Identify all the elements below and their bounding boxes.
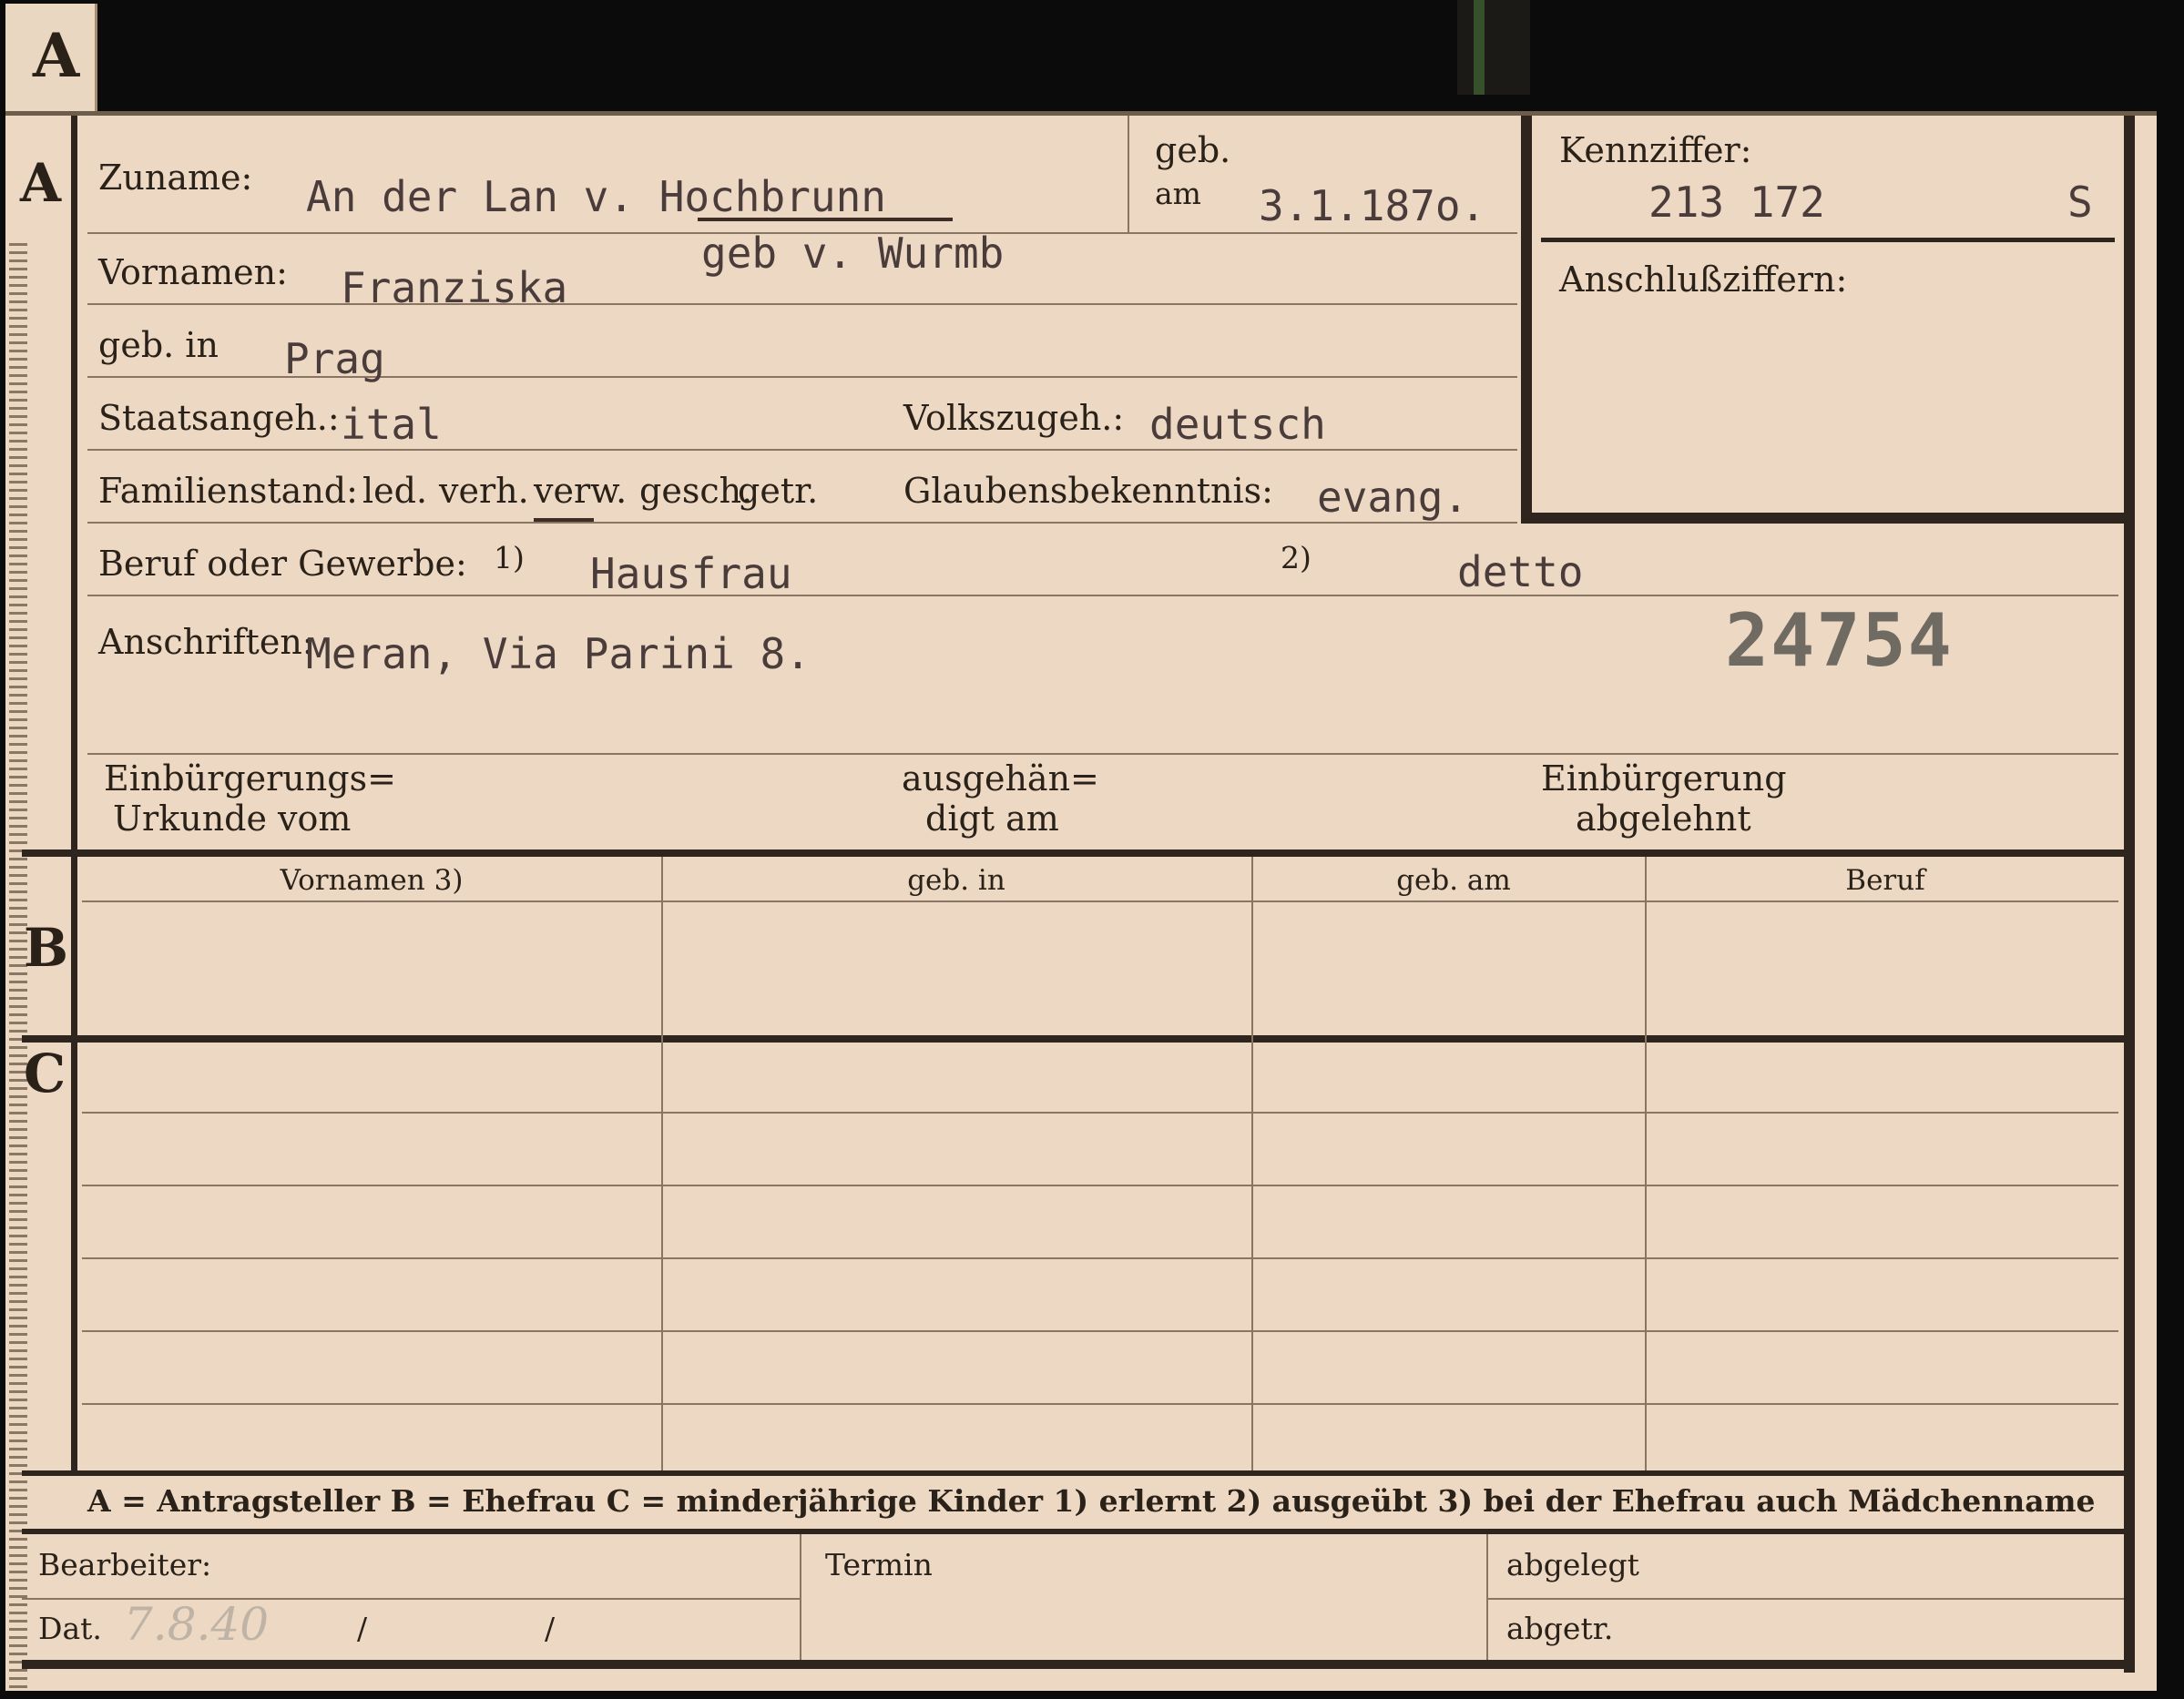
section-b-c-divider (22, 1035, 2135, 1043)
vornamen-value: Franziska (341, 263, 568, 312)
section-a-b-divider (22, 850, 2135, 857)
section-a-letter: A (20, 152, 62, 214)
index-tab: A (5, 4, 97, 111)
col-divider-3 (1645, 857, 1647, 1470)
legend-bottom-bar (22, 1529, 2135, 1534)
glauben-value: evang. (1317, 473, 1469, 522)
kennziffer-suffix: S (2067, 178, 2093, 227)
geb-in-value: Prag (284, 334, 385, 383)
anschriften-value: Meran, Via Parini 8. (306, 629, 811, 678)
zuname-label: Zuname: (98, 158, 253, 198)
volkszugeh-value: deutsch (1149, 400, 1326, 449)
kennziffer-box-bottom (1521, 513, 2124, 524)
left-section-bar (71, 116, 77, 1472)
geb-am-label-2: am (1155, 176, 1201, 211)
col-divider-2 (1251, 857, 1253, 1470)
col-divider-1 (661, 857, 663, 1470)
abgetr-label: abgetr. (1506, 1611, 1614, 1646)
familienstand-option-led: led. (362, 471, 428, 511)
geb-am-label-1: geb. (1155, 130, 1231, 170)
c-row-line-2 (82, 1185, 2118, 1186)
einb-abgelehnt-label-1: Einbürgerung (1541, 758, 1787, 799)
einb-urkunde-label-1: Einbürgerungs= (104, 758, 396, 799)
familienstand-label: Familienstand: (98, 471, 358, 511)
registration-card: A B C Zuname: An der Lan v. Hochbrunn ge… (5, 111, 2157, 1691)
dark-background (0, 0, 2184, 111)
card-bottom-bar (22, 1660, 2135, 1669)
vornamen-label: Vornamen: (98, 252, 288, 292)
anschluss-label: Anschlußziffern: (1559, 259, 1848, 300)
staatsangeh-value: ital (341, 400, 442, 449)
ausgehaendigt-label-2: digt am (925, 799, 1059, 839)
col-header-geb-am: geb. am (1396, 864, 1511, 897)
ausgehaendigt-label-1: ausgehän= (902, 758, 1099, 799)
sticker-strip (1457, 0, 1530, 95)
dat-slash-2: / (545, 1611, 556, 1646)
kennziffer-value: 213 172 (1648, 178, 1825, 227)
dat-label: Dat. (38, 1611, 102, 1646)
beruf-value-2: detto (1457, 547, 1584, 596)
beruf-note-1: 1) (494, 540, 525, 575)
legend-top-bar (22, 1470, 2135, 1476)
beruf-note-2: 2) (1281, 540, 1311, 575)
right-edge-bar (2124, 116, 2135, 1673)
dat-value: 7.8.40 (124, 1598, 270, 1651)
col-header-geb-in: geb. in (907, 864, 1005, 897)
kennziffer-box-left (1521, 116, 1532, 524)
c-row-line-1 (82, 1112, 2118, 1114)
beruf-label: Beruf oder Gewerbe: (98, 544, 467, 584)
zuname-underline (698, 218, 953, 221)
beruf-value-1: Hausfrau (590, 549, 792, 598)
bearbeiter-label: Bearbeiter: (38, 1547, 212, 1582)
footer-line-abgelegt (1488, 1598, 2124, 1600)
einb-abgelehnt-label-2: abgelehnt (1576, 799, 1751, 839)
volkszugeh-label: Volkszugeh.: (903, 398, 1125, 438)
section-b-letter: B (24, 917, 69, 979)
table-header-line (82, 900, 2118, 902)
footer-divider-2 (1486, 1534, 1488, 1660)
zuname-value: An der Lan v. Hochbrunn (306, 172, 886, 221)
c-row-line-3 (82, 1257, 2118, 1259)
col-header-vornamen: Vornamen 3) (280, 864, 464, 897)
index-tab-letter: A (33, 20, 80, 91)
familienstand-option-gesch: gesch. (639, 471, 753, 511)
kennziffer-label: Kennziffer: (1559, 130, 1752, 170)
line-staatsangeh (87, 449, 1517, 451)
geb-name-value: geb v. Wurmb (701, 229, 1005, 278)
familienstand-option-verh: verh. (439, 471, 529, 511)
abgelegt-label: abgelegt (1506, 1547, 1639, 1582)
staatsangeh-label: Staatsangeh.: (98, 398, 340, 438)
legend-text: A = Antragsteller B = Ehefrau C = minder… (87, 1483, 2096, 1519)
stamp-number: 24754 (1725, 598, 1954, 683)
geb-in-label: geb. in (98, 325, 219, 365)
dat-slash-1: / (357, 1611, 368, 1646)
line-anschriften (87, 753, 2118, 755)
col-header-beruf: Beruf (1845, 864, 1925, 897)
c-row-line-5 (82, 1403, 2118, 1405)
glauben-label: Glaubensbekenntnis: (903, 471, 1273, 511)
kennziffer-divider (1541, 238, 2115, 242)
geb-am-value: 3.1.187o. (1259, 181, 1486, 230)
section-c-letter: C (24, 1043, 66, 1104)
familienstand-option-getr: getr. (738, 471, 819, 511)
c-row-line-4 (82, 1330, 2118, 1332)
geb-am-divider (1128, 116, 1129, 232)
einb-urkunde-label-2: Urkunde vom (113, 799, 352, 839)
familienstand-selected-underline (534, 518, 594, 522)
termin-label: Termin (825, 1547, 933, 1582)
familienstand-option-verw: verw. (534, 471, 628, 511)
anschriften-label: Anschriften: (98, 622, 314, 662)
footer-divider-1 (800, 1534, 801, 1660)
line-beruf (87, 595, 2118, 596)
line-vornamen (87, 303, 1517, 305)
line-familienstand (87, 522, 1517, 524)
